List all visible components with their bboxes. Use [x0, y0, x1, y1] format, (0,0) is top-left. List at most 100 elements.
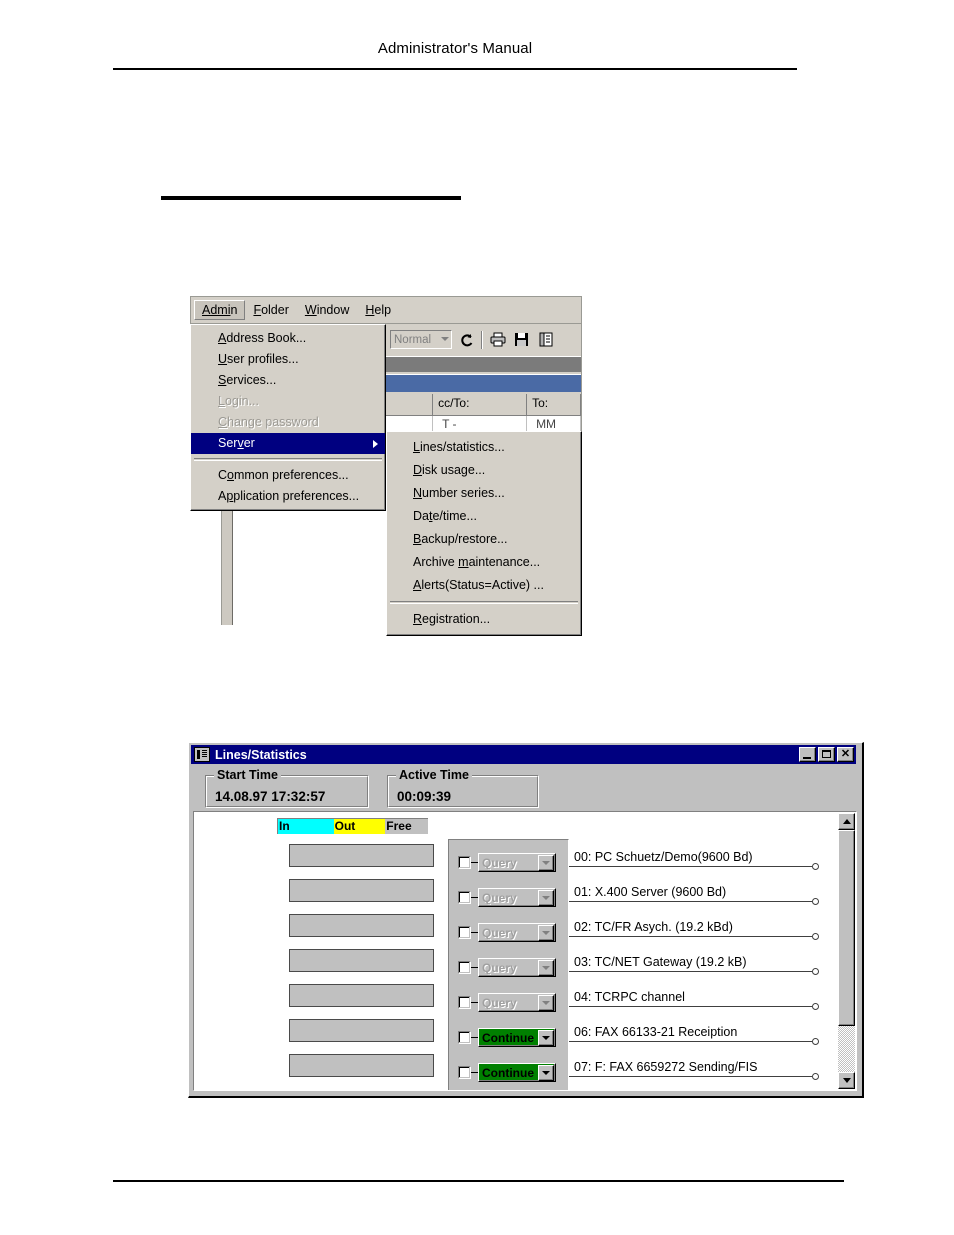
menu-item-server[interactable]: Server	[191, 433, 385, 454]
menu-item-archive-maintenance[interactable]: Archive maintenance...	[387, 551, 581, 574]
lines-statistics-window: Lines/Statistics ✕ Start Time 14.08.97 1…	[188, 742, 864, 1098]
combo-dropdown-button[interactable]	[538, 854, 554, 871]
combo-dropdown-button[interactable]	[538, 994, 554, 1011]
scroll-up-button[interactable]	[838, 813, 855, 830]
chevron-down-icon	[842, 1078, 851, 1083]
menu-item-lines-statistics[interactable]: Lines/statistics...	[387, 436, 581, 459]
line-state-combo[interactable]: Continue	[478, 1028, 556, 1047]
line-state-combo[interactable]: Query	[478, 993, 556, 1012]
usage-bar	[289, 949, 434, 972]
menu-item-address-book[interactable]: Address Book...	[191, 328, 385, 349]
grid-header-cell[interactable]	[386, 394, 434, 416]
chevron-down-icon	[542, 965, 550, 970]
line-select-checkbox[interactable]	[458, 856, 471, 869]
line-control-row: Query	[458, 992, 566, 1013]
maximize-icon	[822, 750, 831, 758]
vertical-scrollbar[interactable]	[838, 813, 855, 1089]
window-edge-strip	[221, 509, 233, 625]
combo-dropdown-button[interactable]	[538, 1064, 554, 1081]
menu-item-number-series[interactable]: Number series...	[387, 482, 581, 505]
line-control-row: Query	[458, 922, 566, 943]
line-endpoint-node	[812, 1073, 819, 1080]
page-header-title: Administrator's Manual	[377, 40, 533, 57]
line-entry: 01: X.400 Server (9600 Bd)	[569, 880, 821, 905]
chevron-down-icon	[542, 1035, 550, 1040]
active-time-label: Active Time	[396, 768, 472, 782]
connector-dash	[471, 1037, 478, 1038]
connector-dash	[471, 1002, 478, 1003]
minimize-button[interactable]	[799, 747, 816, 762]
line-endpoint-node	[812, 933, 819, 940]
line-label: 06: FAX 66133-21 Receiption	[574, 1025, 738, 1039]
grid-header-cell[interactable]: To:	[527, 394, 581, 416]
usage-bar	[289, 879, 434, 902]
line-state-combo[interactable]: Continue	[478, 1063, 556, 1082]
menu-item-date-time[interactable]: Date/time...	[387, 505, 581, 528]
grid-header-row: cc/To: To:	[386, 394, 581, 416]
application-toolbar: Normal	[386, 324, 581, 355]
legend-free: Free	[385, 819, 428, 834]
menubar-item-help[interactable]: Help	[357, 300, 399, 320]
style-combo[interactable]: Normal	[390, 330, 452, 349]
combo-dropdown-button[interactable]	[538, 924, 554, 941]
line-select-checkbox[interactable]	[458, 926, 471, 939]
line-state-value: Query	[482, 855, 517, 870]
line-wire	[569, 935, 812, 937]
line-state-combo[interactable]: Query	[478, 958, 556, 977]
menubar-item-admin[interactable]: Admin	[194, 300, 246, 320]
chevron-up-icon	[842, 819, 851, 824]
save-icon[interactable]	[512, 330, 531, 349]
menu-bar: Admin Folder Window Help	[191, 297, 399, 323]
combo-dropdown-button[interactable]	[538, 1029, 554, 1046]
window-titlebar[interactable]: Lines/Statistics ✕	[191, 745, 856, 764]
maximize-button[interactable]	[818, 747, 835, 762]
scroll-down-button[interactable]	[838, 1072, 855, 1089]
menu-item-user-profiles[interactable]: User profiles...	[191, 349, 385, 370]
menubar-item-folder[interactable]: Folder	[245, 300, 296, 320]
menu-item-alerts[interactable]: Alerts(Status=Active) ...	[387, 574, 581, 597]
server-submenu: Lines/statistics... Disk usage... Number…	[386, 431, 582, 636]
line-label: 04: TCRPC channel	[574, 990, 685, 1004]
grid-header-cell[interactable]: cc/To:	[433, 394, 528, 416]
scrollbar-track[interactable]	[838, 830, 855, 1072]
refresh-icon[interactable]	[457, 330, 476, 349]
line-control-row: Query	[458, 957, 566, 978]
line-state-combo[interactable]: Query	[478, 888, 556, 907]
line-state-combo[interactable]: Query	[478, 923, 556, 942]
close-button[interactable]: ✕	[837, 747, 854, 762]
line-select-checkbox[interactable]	[458, 961, 471, 974]
style-combo-value: Normal	[394, 333, 432, 346]
admin-dropdown-menu: Address Book... User profiles... Service…	[190, 324, 386, 511]
menu-item-application-preferences[interactable]: Application preferences...	[191, 486, 385, 507]
menu-item-backup-restore[interactable]: Backup/restore...	[387, 528, 581, 551]
menubar-item-window[interactable]: Window	[297, 300, 357, 320]
line-select-checkbox[interactable]	[458, 996, 471, 1009]
line-select-checkbox[interactable]	[458, 891, 471, 904]
chevron-down-icon	[542, 1070, 550, 1075]
usage-bars-column	[289, 844, 434, 1089]
page-header-rule	[113, 68, 797, 70]
menu-item-services[interactable]: Services...	[191, 370, 385, 391]
usage-legend: In Out Free	[277, 818, 428, 834]
line-endpoint-node	[812, 898, 819, 905]
menu-separator	[390, 601, 578, 604]
print-icon[interactable]	[488, 330, 507, 349]
chevron-down-icon	[542, 1000, 550, 1005]
combo-dropdown-button[interactable]	[538, 889, 554, 906]
toolbar-separator	[481, 330, 483, 349]
line-select-checkbox[interactable]	[458, 1031, 471, 1044]
line-state-combo[interactable]: Query	[478, 853, 556, 872]
menu-item-disk-usage[interactable]: Disk usage...	[387, 459, 581, 482]
usage-bar	[289, 1054, 434, 1077]
line-state-value: Query	[482, 995, 517, 1010]
window-title: Lines/Statistics	[215, 747, 307, 762]
line-select-checkbox[interactable]	[458, 1066, 471, 1079]
scrollbar-thumb[interactable]	[838, 830, 855, 1026]
menu-bar-window: Admin Folder Window Help	[190, 296, 582, 324]
notes-icon[interactable]	[536, 330, 555, 349]
grid-toolbar-strip	[386, 356, 581, 372]
connector-dash	[471, 932, 478, 933]
menu-item-common-preferences[interactable]: Common preferences...	[191, 465, 385, 486]
menu-item-registration[interactable]: Registration...	[387, 608, 581, 631]
combo-dropdown-button[interactable]	[538, 959, 554, 976]
